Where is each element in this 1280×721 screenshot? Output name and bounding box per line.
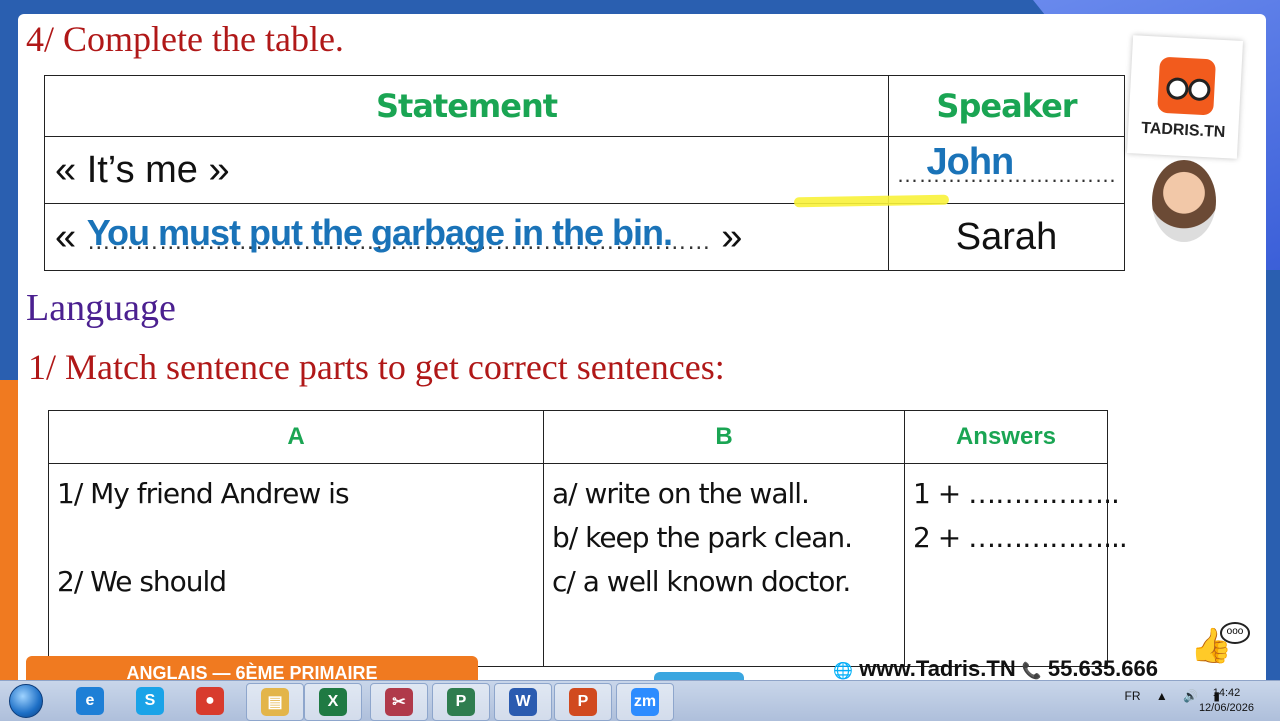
zoom-icon: zm bbox=[631, 688, 659, 716]
header-a: A bbox=[48, 410, 544, 464]
project-icon: P bbox=[447, 688, 475, 716]
answer-blank: 1 + …………….. bbox=[913, 477, 1120, 510]
language-indicator[interactable]: FR bbox=[1125, 689, 1141, 703]
table-row: 1/ My friend Andrew is 2/ We should a/ w… bbox=[48, 463, 1128, 667]
taskbar-snipping-tool-button[interactable]: ✂ bbox=[370, 683, 428, 721]
header-statement: Statement bbox=[44, 75, 889, 137]
file-explorer-icon: ▤ bbox=[261, 688, 289, 716]
taskbar-file-explorer-button[interactable]: ▤ bbox=[246, 683, 304, 721]
taskbar-project-button[interactable]: P bbox=[432, 683, 490, 721]
header-speaker: Speaker bbox=[888, 75, 1125, 137]
powerpoint-icon: P bbox=[569, 688, 597, 716]
column-a-cell: 1/ My friend Andrew is 2/ We should bbox=[48, 463, 544, 667]
sentence-part: 1/ My friend Andrew is bbox=[57, 477, 350, 510]
answer-blank: …………………………………………………………………… You must put … bbox=[86, 211, 711, 255]
taskbar-skype-button[interactable]: S bbox=[122, 683, 178, 719]
volume-icon[interactable]: 🔊 bbox=[1183, 689, 1198, 703]
phone-icon: 📞 bbox=[1021, 663, 1042, 680]
taskbar-excel-button[interactable]: X bbox=[304, 683, 362, 721]
match-table: A B Answers 1/ My friend Andrew is 2/ We… bbox=[48, 410, 1128, 667]
speaker-cell: ………………………… John bbox=[888, 136, 1125, 204]
answers-cell: 1 + …………….. 2 + ……………... bbox=[904, 463, 1128, 667]
snipping-tool-icon: ✂ bbox=[385, 688, 413, 716]
column-b-cell: a/ write on the wall. b/ keep the park c… bbox=[543, 463, 905, 667]
sentence-part: c/ a well known doctor. bbox=[552, 565, 851, 598]
sentence-part: b/ keep the park clean. bbox=[552, 521, 853, 554]
speaker-cell: Sarah bbox=[888, 203, 1125, 271]
word-icon: W bbox=[509, 688, 537, 716]
table-row: « It’s me » ………………………… John bbox=[44, 136, 1125, 204]
course-label-bar: ANGLAIS — 6ÈME PRIMAIRE bbox=[26, 656, 478, 682]
exercise-subtitle: 1/ Match sentence parts to get correct s… bbox=[28, 347, 725, 387]
taskbar-word-button[interactable]: W bbox=[494, 683, 552, 721]
table-row: « …………………………………………………………………… You must pu… bbox=[44, 203, 1125, 271]
header-answers: Answers bbox=[904, 410, 1108, 464]
footer-contact: 🌐 www.Tadris.TN 📞 55.635.666 bbox=[833, 656, 1158, 681]
taskbar-internet-explorer-button[interactable]: e bbox=[62, 683, 118, 719]
section-title: Language bbox=[26, 287, 176, 329]
handwritten-answer: John bbox=[926, 140, 1015, 183]
taskbar-powerpoint-button[interactable]: P bbox=[554, 683, 612, 721]
answer-blank: 2 + ……………... bbox=[913, 521, 1128, 554]
speaker-table: Statement Speaker « It’s me » …………………………… bbox=[44, 75, 1125, 271]
speech-bubble-icon: ooo bbox=[1220, 622, 1250, 644]
tadris-logo: TADRIS.TN bbox=[1126, 35, 1244, 159]
start-button[interactable] bbox=[6, 683, 46, 719]
statement-cell: « It’s me » bbox=[44, 136, 889, 204]
handwritten-answer: You must put the garbage in the bin. bbox=[86, 211, 673, 253]
system-clock[interactable]: 14:42 12/06/2026 bbox=[1199, 686, 1254, 716]
taskbar-zoom-button[interactable]: zm bbox=[616, 683, 674, 721]
answer-blank: ………………………… John bbox=[896, 140, 1117, 187]
excel-icon: X bbox=[319, 688, 347, 716]
exercise-title: 4/ Complete the table. bbox=[26, 19, 344, 59]
sentence-part: a/ write on the wall. bbox=[552, 477, 810, 510]
windows-logo-icon bbox=[9, 684, 43, 718]
windows-taskbar: e S ● ▤ X ✂ P W Pzm FR ▲ 🔊 ▮ 14:42 12/06/2026 bbox=[0, 680, 1280, 721]
taskbar-chrome-button[interactable]: ● bbox=[182, 683, 238, 719]
header-b: B bbox=[543, 410, 905, 464]
chrome-icon: ● bbox=[196, 687, 224, 715]
sentence-part: 2/ We should bbox=[57, 565, 227, 598]
skype-icon: S bbox=[136, 687, 164, 715]
background-decoration-orange bbox=[0, 380, 20, 680]
globe-icon: 🌐 bbox=[833, 663, 854, 680]
statement-cell: « …………………………………………………………………… You must pu… bbox=[44, 203, 889, 271]
tv-mascot-icon bbox=[1157, 56, 1217, 116]
slide-canvas: 4/ Complete the table. Statement Speaker… bbox=[18, 14, 1266, 682]
internet-explorer-icon: e bbox=[76, 687, 104, 715]
chevron-up-icon[interactable]: ▲ bbox=[1156, 689, 1168, 703]
teacher-avatar bbox=[1152, 160, 1216, 242]
